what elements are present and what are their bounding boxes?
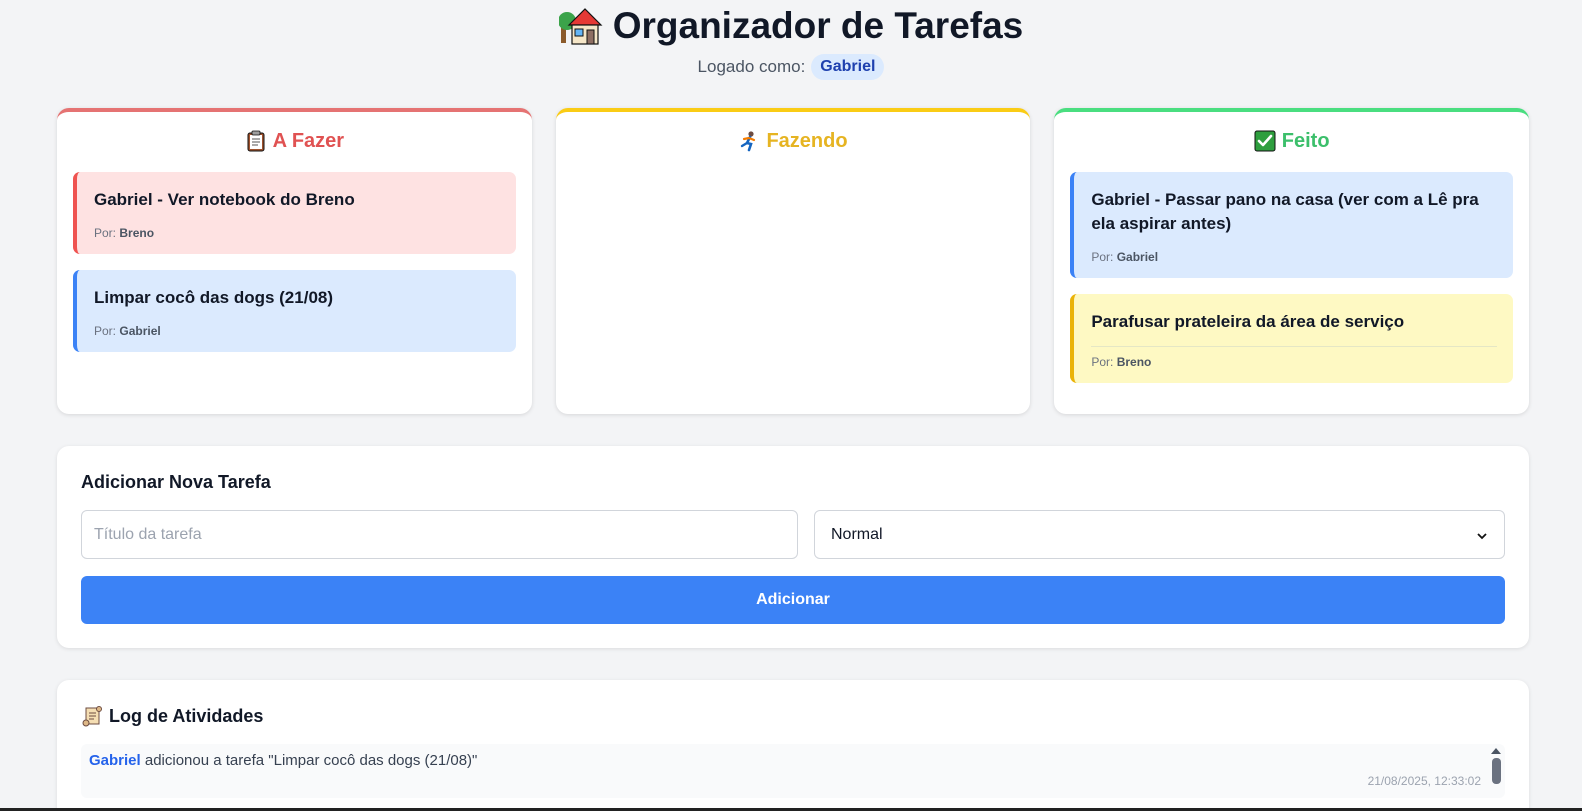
task-card[interactable]: Gabriel - Ver notebook do Breno Por: Bre… xyxy=(73,172,516,254)
activity-log-header: Log de Atividades xyxy=(81,704,1505,728)
column-done-title: Feito xyxy=(1281,129,1330,152)
column-doing: Fazendo xyxy=(555,108,1031,414)
login-status: Logado como: Gabriel xyxy=(0,54,1582,80)
add-task-title: Adicionar Nova Tarefa xyxy=(81,471,271,492)
author-label: Por: xyxy=(94,324,117,338)
author-name: Breno xyxy=(119,226,155,240)
author-label: Por: xyxy=(1091,250,1114,264)
scroll-icon xyxy=(81,705,103,727)
task-card[interactable]: Parafusar prateleira da área de serviço … xyxy=(1070,294,1514,383)
column-done-header: Feito xyxy=(1070,128,1513,154)
task-card[interactable]: Limpar cocô das dogs (21/08) Por: Gabrie… xyxy=(73,270,516,352)
log-entry-user: Gabriel xyxy=(89,752,141,769)
task-author: Por: Gabriel xyxy=(1091,250,1497,264)
author-name: Gabriel xyxy=(119,324,161,338)
priority-select-box[interactable]: Normal xyxy=(814,510,1505,559)
column-todo-title: A Fazer xyxy=(272,129,345,152)
house-icon xyxy=(557,5,603,47)
task-title: Gabriel - Passar pano na casa (ver com a… xyxy=(1091,190,1479,233)
page-title-row: Organizador de Tarefas xyxy=(0,4,1582,48)
task-title: Limpar cocô das dogs (21/08) xyxy=(94,288,334,307)
task-title: Gabriel - Ver notebook do Breno xyxy=(94,190,355,209)
running-person-icon xyxy=(738,130,760,152)
task-author: Por: Breno xyxy=(1091,346,1498,369)
log-entry-timestamp: 21/08/2025, 12:33:02 xyxy=(1367,774,1481,788)
chevron-down-icon xyxy=(1476,529,1488,541)
scroll-up-arrow-icon[interactable] xyxy=(1491,748,1501,754)
kanban-board: A Fazer Gabriel - Ver notebook do Breno … xyxy=(57,108,1530,414)
column-todo: A Fazer Gabriel - Ver notebook do Breno … xyxy=(57,108,532,414)
author-name: Gabriel xyxy=(1116,250,1159,264)
author-label: Por: xyxy=(1091,355,1114,369)
author-name: Breno xyxy=(1116,355,1152,369)
log-scrollbar[interactable] xyxy=(1491,748,1501,794)
task-author: Por: Gabriel xyxy=(94,324,500,338)
task-card[interactable]: Gabriel - Passar pano na casa (ver com a… xyxy=(1070,172,1514,278)
column-todo-header: A Fazer xyxy=(73,128,516,154)
check-mark-icon xyxy=(1254,130,1276,152)
activity-log-panel: Log de Atividades Gabriel adicionou a ta… xyxy=(57,680,1529,811)
task-author: Por: Breno xyxy=(94,226,500,240)
log-entry-text: adicionou a tarefa "Limpar cocô das dogs… xyxy=(144,752,478,769)
add-task-button[interactable]: Adicionar xyxy=(81,576,1505,624)
login-label: Logado como: xyxy=(697,57,806,76)
priority-select-value: Normal xyxy=(831,525,883,543)
add-task-panel: Adicionar Nova Tarefa Normal Adicionar xyxy=(57,446,1529,648)
column-doing-header: Fazendo xyxy=(572,128,1015,154)
clipboard-icon xyxy=(245,130,267,152)
page-title: Organizador de Tarefas xyxy=(612,5,1024,46)
scroll-thumb[interactable] xyxy=(1491,758,1501,784)
add-task-form: Normal xyxy=(81,510,1505,559)
task-title: Parafusar prateleira da área de serviço xyxy=(1091,312,1405,331)
priority-select[interactable]: Normal xyxy=(814,510,1505,559)
log-entry: Gabriel adicionou a tarefa "Limpar cocô … xyxy=(89,752,1497,769)
author-label: Por: xyxy=(94,226,117,240)
task-title-input[interactable] xyxy=(81,510,798,559)
column-done: Feito Gabriel - Passar pano na casa (ver… xyxy=(1054,108,1530,414)
current-user-badge: Gabriel xyxy=(811,54,885,80)
column-doing-title: Fazendo xyxy=(766,129,848,152)
activity-log-title: Log de Atividades xyxy=(109,705,264,726)
page-header: Organizador de Tarefas Logado como: Gabr… xyxy=(0,0,1582,80)
activity-log-list[interactable]: Gabriel adicionou a tarefa "Limpar cocô … xyxy=(81,744,1505,798)
